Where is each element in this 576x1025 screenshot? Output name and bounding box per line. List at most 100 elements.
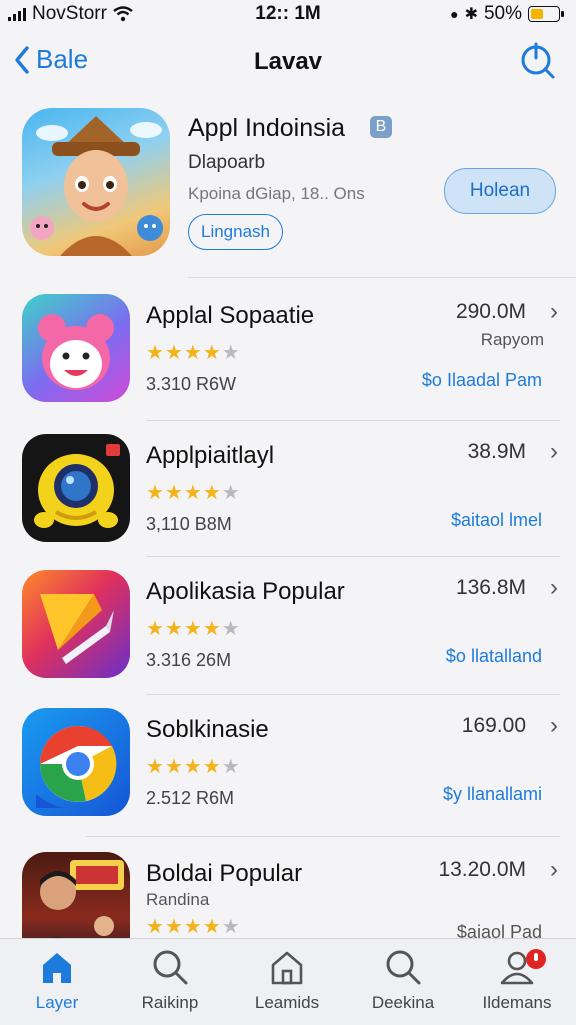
price-link[interactable]: $aitaol lmel xyxy=(451,510,542,531)
star-rating: ★ ★ ★ ★ ★ xyxy=(146,480,240,505)
rating-count: 3.310 R6W xyxy=(146,374,237,394)
app-title[interactable]: Apolikasia Popular xyxy=(146,578,345,606)
battery-icon xyxy=(528,6,564,22)
star-icon: ★ xyxy=(183,916,202,938)
list-item[interactable]: Soblkinasie ★ ★ ★ ★ ★ 2.512 R6M 169.00 › $y … xyxy=(0,698,576,834)
chevron-right-icon[interactable]: › xyxy=(550,712,558,740)
featured-app-title[interactable]: Appl Indoinsia xyxy=(188,114,345,143)
featured-app-icon[interactable] xyxy=(22,108,170,256)
character-illustration xyxy=(30,116,163,256)
battery-level xyxy=(531,9,543,19)
price-link[interactable]: $o llatalland xyxy=(446,646,542,667)
app-size: 38.9M xyxy=(467,440,526,463)
app-title[interactable]: Soblkinasie xyxy=(146,716,269,744)
tab-ildemans[interactable]: Ildemans xyxy=(462,947,572,1013)
home-icon xyxy=(43,953,71,983)
app-icon[interactable] xyxy=(22,434,130,542)
page-title: Lavav xyxy=(253,48,323,75)
bear-icon xyxy=(38,314,114,390)
star-rating: ★ ★ ★ ★ ★ xyxy=(146,616,240,641)
app-size: 290.0M xyxy=(455,300,526,323)
chevron-right-icon[interactable]: › xyxy=(550,856,558,884)
app-icon[interactable] xyxy=(22,708,130,816)
star-icon: ★ xyxy=(183,618,202,640)
divider xyxy=(86,836,560,837)
star-icon: ★ xyxy=(202,342,221,364)
app-icon[interactable] xyxy=(22,294,130,402)
tab-ranking[interactable]: Raikinp xyxy=(115,947,225,1013)
featured-app[interactable]: Appl Indoinsia B Dlapoarb Kpoina dGiap, … xyxy=(0,100,576,278)
list-item[interactable]: Applal Sopaatie ★ ★ ★ ★ ★ 3.310 R6W 290.0M ›… xyxy=(0,284,576,420)
house-icon xyxy=(271,951,303,985)
star-icon: ★ xyxy=(164,342,183,364)
search-icon xyxy=(386,950,421,985)
app-size: 169.00 xyxy=(461,714,526,737)
tab-label: Leamids xyxy=(254,993,320,1012)
star-icon: ★ xyxy=(183,756,202,778)
star-icon: ★ xyxy=(164,756,183,778)
star-icon: ★ xyxy=(183,482,202,504)
browser-icon xyxy=(36,725,117,808)
tab-deekina[interactable]: Deekina xyxy=(348,947,458,1013)
star-icon: ★ xyxy=(221,342,240,364)
rating-count: 3.316 26M xyxy=(146,650,232,670)
tab-learnids[interactable]: Leamids xyxy=(232,947,342,1013)
featured-app-meta: Kpoina dGiap, 18.. Ons xyxy=(188,184,365,203)
star-icon: ★ xyxy=(202,916,221,938)
info-badge-icon: B xyxy=(370,116,392,138)
rating-count: 2.512 R6M xyxy=(146,788,235,808)
star-icon: ★ xyxy=(183,342,202,364)
chevron-right-icon[interactable]: › xyxy=(550,438,558,466)
star-icon: ★ xyxy=(164,482,183,504)
divider xyxy=(146,556,560,557)
divider xyxy=(146,420,560,421)
search-icon[interactable] xyxy=(518,40,558,80)
tab-label: Layer xyxy=(35,993,79,1012)
tab-label: Ildemans xyxy=(482,993,552,1012)
app-icon[interactable] xyxy=(22,570,130,678)
star-icon: ★ xyxy=(146,916,164,938)
star-icon: ★ xyxy=(146,342,164,364)
pencil-icon xyxy=(40,594,114,664)
app-title[interactable]: Applpiaitlayl xyxy=(146,442,274,470)
star-icon: ★ xyxy=(221,482,240,504)
navigation-bar: Bale Lavav xyxy=(0,36,576,88)
chevron-right-icon[interactable]: › xyxy=(550,298,558,326)
star-icon: ★ xyxy=(164,618,183,640)
list-item[interactable]: Applpiaitlayl ★ ★ ★ ★ ★ 3,110 B8M 38.9M › $a… xyxy=(0,424,576,560)
app-subtitle: Randina xyxy=(146,890,210,909)
star-icon: ★ xyxy=(146,482,164,504)
star-rating: ★ ★ ★ ★ ★ xyxy=(146,340,240,365)
app-title[interactable]: Applal Sopaatie xyxy=(146,302,314,330)
search-icon xyxy=(153,950,188,985)
star-icon: ★ xyxy=(221,916,240,938)
app-size: 136.8M xyxy=(455,576,526,599)
rating-count: 3,110 B8M xyxy=(146,514,232,534)
price-link[interactable]: $o Ilaadal Pam xyxy=(422,370,542,391)
star-rating: ★ ★ ★ ★ ★ xyxy=(146,914,240,939)
star-icon: ★ xyxy=(202,756,221,778)
chevron-right-icon[interactable]: › xyxy=(550,574,558,602)
divider xyxy=(146,694,560,695)
app-title[interactable]: Boldai Popular xyxy=(146,860,302,888)
app-extra: Rapyom xyxy=(480,330,544,349)
tab-bar: Layer Raikinp Leamids Deekina Ildemans xyxy=(0,938,576,1025)
tab-layer[interactable]: Layer xyxy=(2,947,112,1013)
get-button[interactable]: Holean xyxy=(444,168,556,214)
camera-creature-icon xyxy=(34,444,120,528)
app-size: 13.20.0M xyxy=(438,858,526,881)
list-item[interactable]: Apolikasia Popular ★ ★ ★ ★ ★ 3.316 26M 136.8… xyxy=(0,560,576,696)
tab-label: Raikinp xyxy=(141,993,199,1012)
star-icon: ★ xyxy=(202,482,221,504)
star-icon: ★ xyxy=(146,618,164,640)
price-link[interactable]: $y llanallami xyxy=(443,784,542,805)
status-bar: NovStorr 12:: 1M ● ✱ 50% xyxy=(0,0,576,28)
star-icon: ★ xyxy=(221,756,240,778)
divider xyxy=(188,277,576,278)
star-icon: ★ xyxy=(202,618,221,640)
star-icon: ★ xyxy=(221,618,240,640)
featured-app-subtitle: Dlapoarb xyxy=(188,152,266,173)
tab-label: Deekina xyxy=(371,993,435,1012)
star-icon: ★ xyxy=(146,756,164,778)
language-tag[interactable]: Lingnash xyxy=(188,214,284,250)
